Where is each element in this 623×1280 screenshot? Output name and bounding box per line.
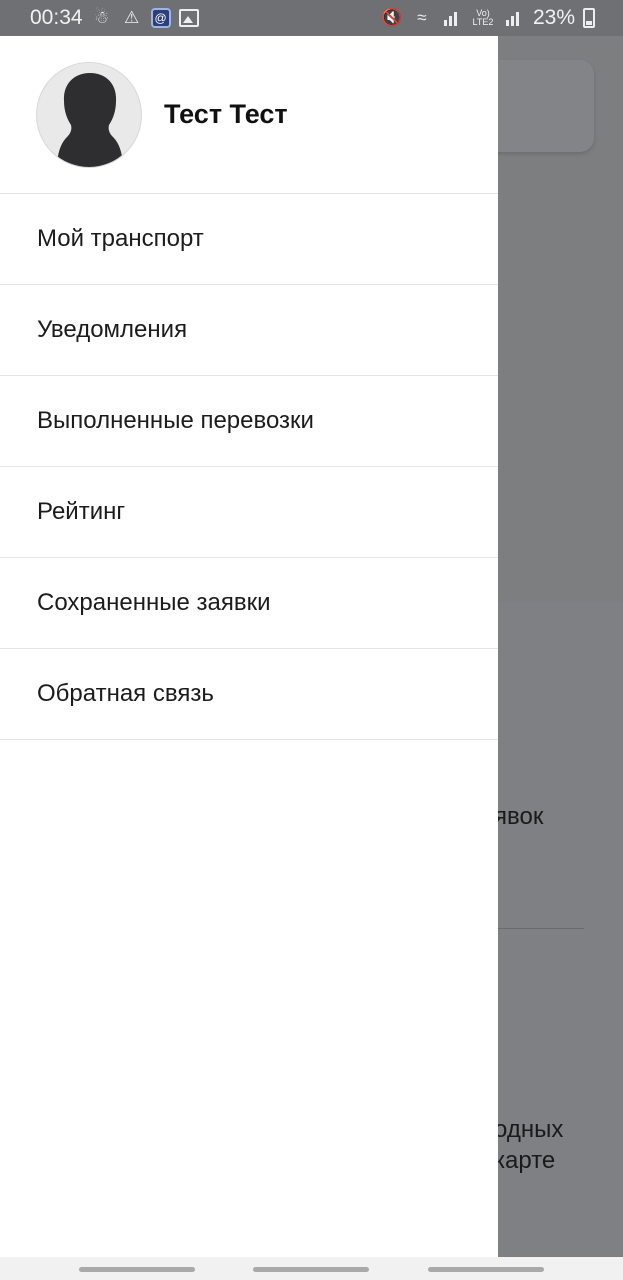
menu-item-my-transport[interactable]: Мой транспорт [0,194,498,285]
background-text: явок [494,803,544,830]
status-bar: 00:34 ☃ ⚠ @ 🔇 ≈ Vo) LTE2 23% [0,0,623,36]
volte-indicator: Vo) LTE2 [472,8,494,27]
image-notification-icon [178,9,199,27]
warning-icon: ⚠ [123,8,140,27]
background-text: одных [494,1116,564,1143]
app-notification-icon: @ [150,8,171,28]
status-right: 🔇 ≈ Vo) LTE2 23% [381,6,595,30]
menu-item-label: Выполненные перевозки [37,407,314,434]
battery-icon [583,8,595,28]
status-left: 00:34 ☃ ⚠ @ [30,6,199,30]
mute-icon: 🔇 [381,8,403,27]
clock: 00:34 [30,6,83,29]
notification-app-icon: ☃ [93,8,110,27]
background-text: карте [494,1147,556,1174]
menu-item-feedback[interactable]: Обратная связь [0,649,498,740]
recent-apps-button[interactable] [79,1267,195,1272]
menu-item-rating[interactable]: Рейтинг [0,467,498,558]
wifi-icon: ≈ [417,8,427,27]
menu-item-label: Сохраненные заявки [37,589,271,616]
menu-item-notifications[interactable]: Уведомления [0,285,498,376]
user-name: Тест Тест [164,99,288,129]
drawer-header[interactable]: Тест Тест [0,36,498,194]
signal-icon-2 [503,7,525,29]
background-divider [494,928,584,929]
signal-icon-1 [441,7,463,29]
menu-item-label: Обратная связь [37,680,214,707]
menu-item-saved-requests[interactable]: Сохраненные заявки [0,558,498,649]
menu-item-label: Мой транспорт [37,225,204,252]
battery-percent: 23% [532,6,575,29]
back-button[interactable] [428,1267,544,1272]
system-nav-bar [0,1257,623,1280]
home-button[interactable] [253,1267,369,1272]
navigation-drawer: Тест Тест Мой транспорт Уведомления Выпо… [0,36,498,1257]
menu-item-label: Уведомления [37,316,188,343]
menu-item-label: Рейтинг [37,498,126,525]
person-silhouette-icon [57,72,123,167]
avatar[interactable] [36,61,142,168]
menu-item-completed-shipments[interactable]: Выполненные перевозки [0,376,498,467]
